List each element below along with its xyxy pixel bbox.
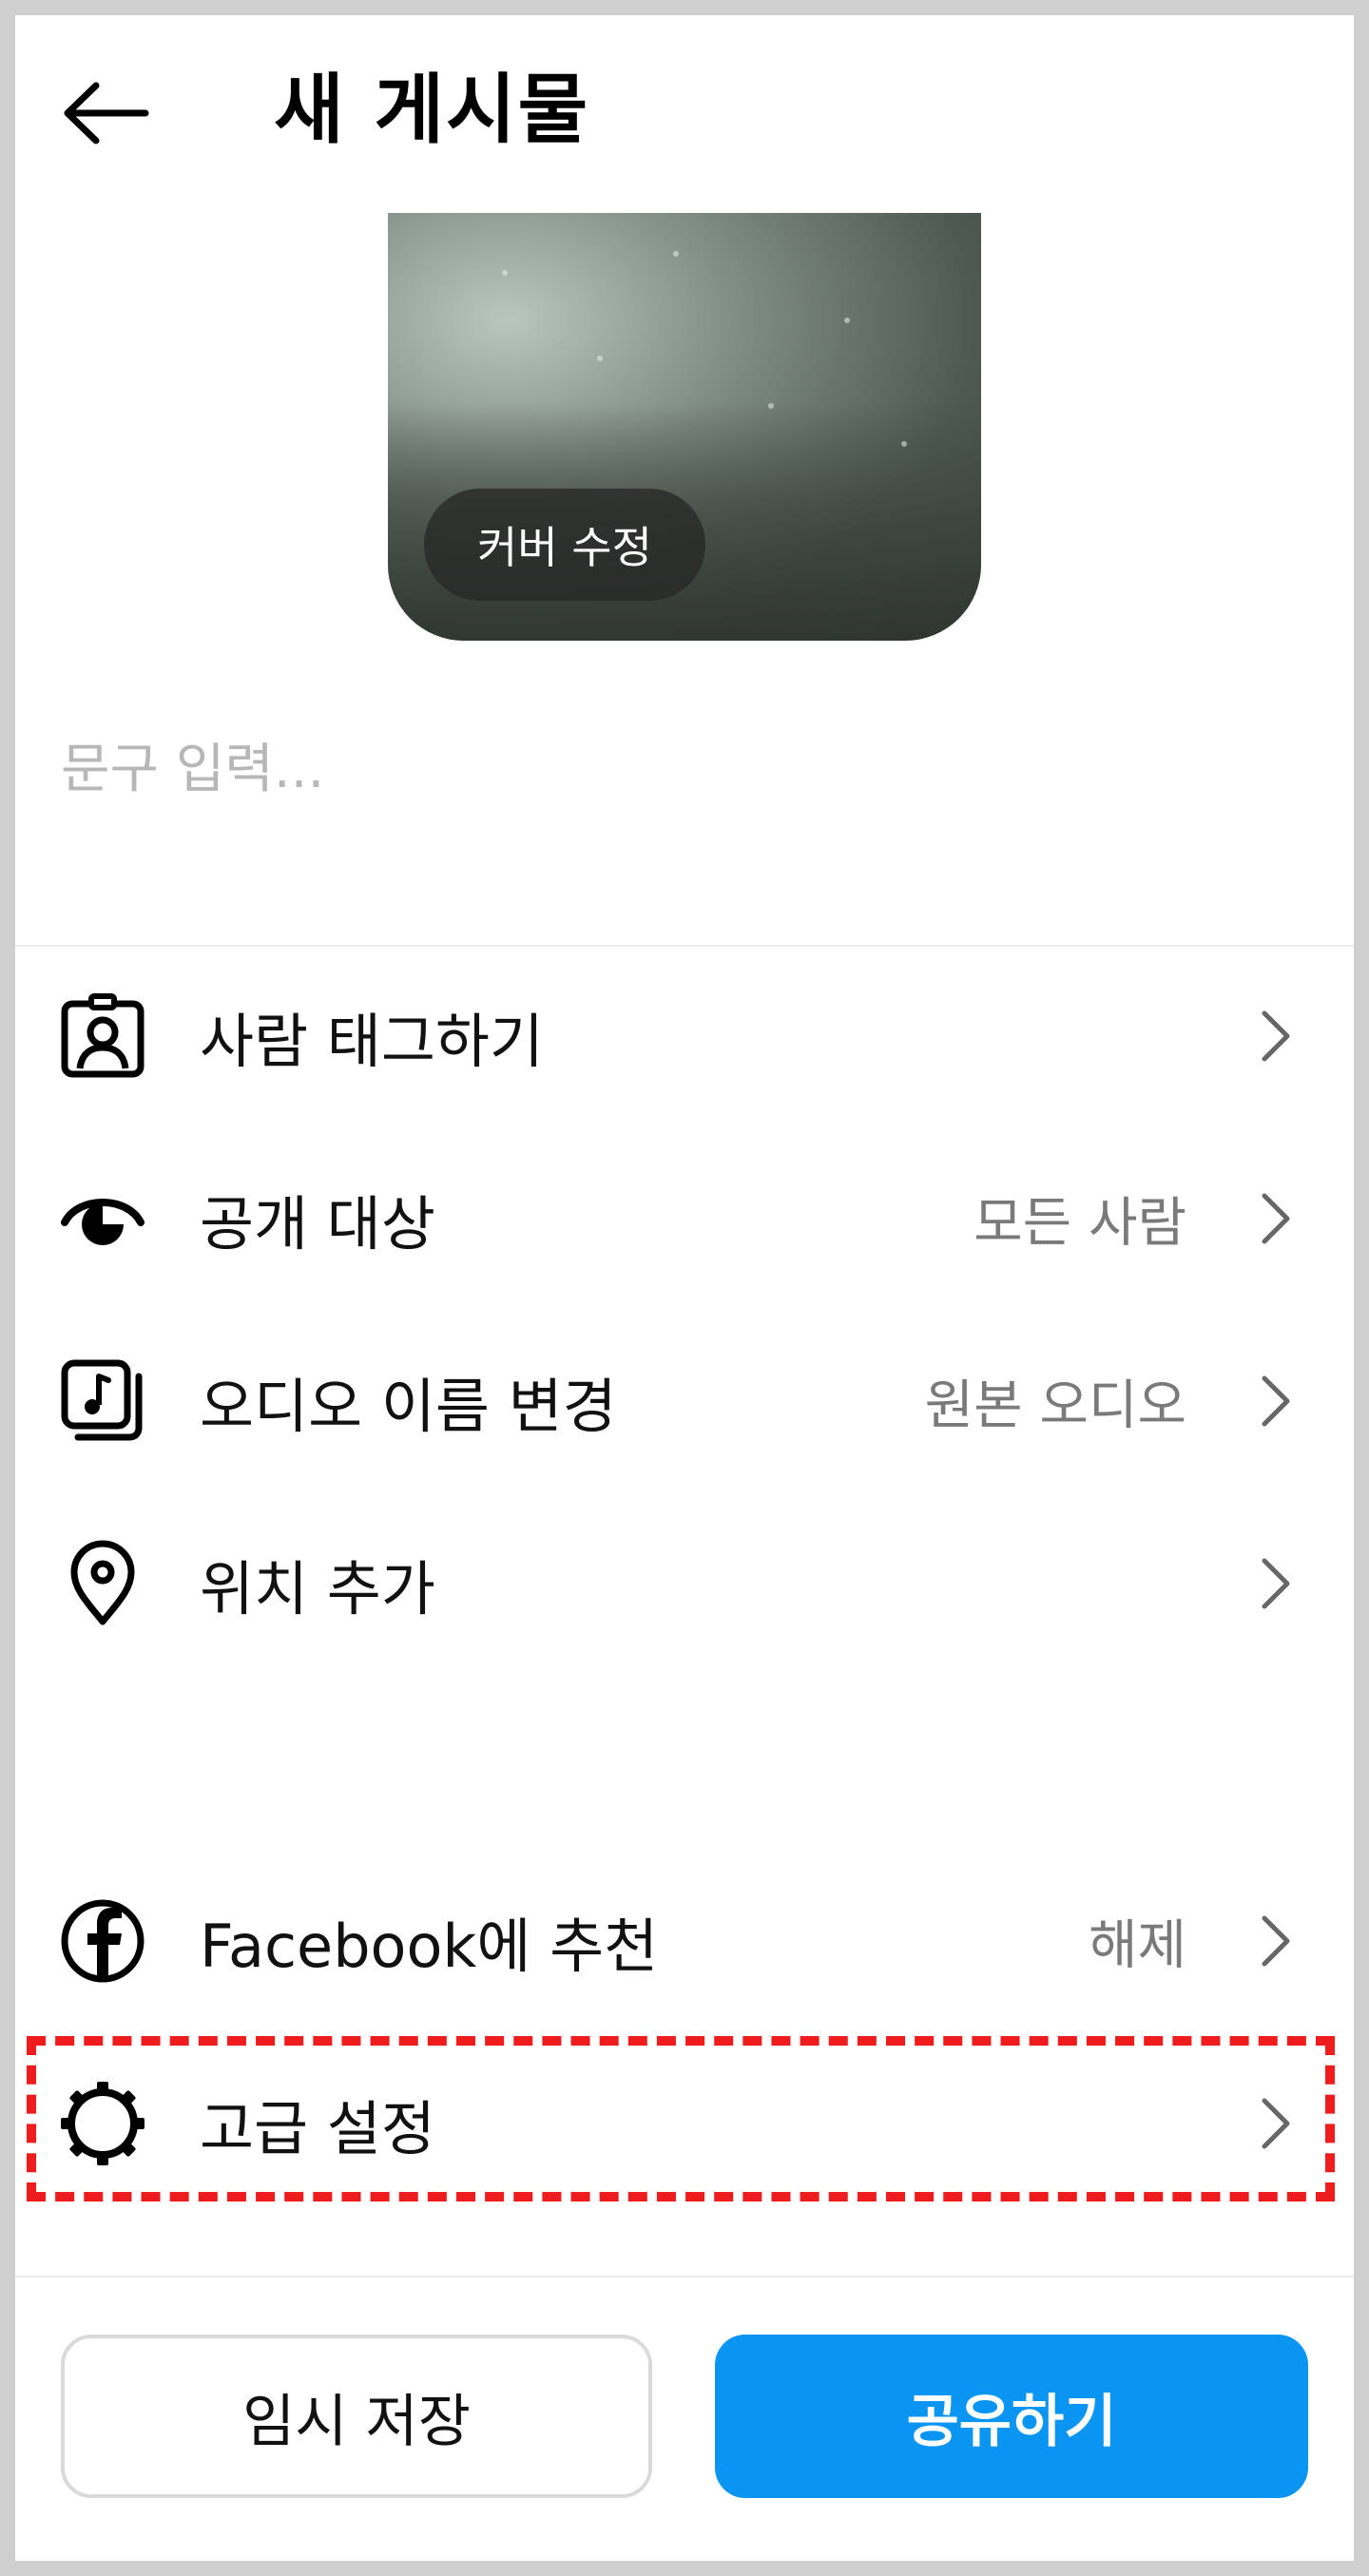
- caption-input[interactable]: 문구 입력...: [61, 726, 324, 803]
- add-location-label: 위치 추가: [200, 1554, 435, 1624]
- tag-people-row[interactable]: 사람 태그하기: [15, 951, 1354, 1122]
- audience-row[interactable]: 공개 대상 모든 사람: [15, 1133, 1354, 1304]
- rename-audio-row[interactable]: 오디오 이름 변경 원본 오디오: [15, 1316, 1354, 1487]
- chevron-right-icon: [1262, 1010, 1290, 1062]
- page-title: 새 게시물: [274, 66, 590, 154]
- new-post-screen: 새 게시물 커버 수정 문구 입력... 사람 태그하기 공개 대상 모든 사람…: [15, 15, 1354, 2561]
- rename-audio-label: 오디오 이름 변경: [200, 1372, 617, 1441]
- tag-people-label: 사람 태그하기: [200, 1007, 544, 1076]
- facebook-share-value: 해제: [1088, 1914, 1186, 1977]
- gear-icon: [57, 2078, 148, 2169]
- divider: [15, 2276, 1354, 2278]
- facebook-share-label: Facebook에 추천: [200, 1912, 659, 1981]
- edit-cover-button[interactable]: 커버 수정: [424, 489, 705, 601]
- audio-icon: [57, 1355, 148, 1447]
- advanced-settings-row[interactable]: 고급 설정: [15, 2038, 1354, 2209]
- chevron-right-icon: [1262, 2098, 1290, 2149]
- chevron-right-icon: [1262, 1193, 1290, 1244]
- audio-value: 원본 오디오: [924, 1375, 1186, 1437]
- back-button[interactable]: [53, 61, 158, 165]
- chevron-right-icon: [1262, 1915, 1290, 1967]
- audience-label: 공개 대상: [200, 1189, 435, 1259]
- top-bar: 새 게시물: [15, 15, 1354, 205]
- facebook-icon: [57, 1895, 148, 1987]
- add-location-row[interactable]: 위치 추가: [15, 1498, 1354, 1669]
- location-pin-icon: [57, 1538, 148, 1629]
- cover-thumbnail[interactable]: 커버 수정: [388, 213, 981, 641]
- share-button[interactable]: 공유하기: [715, 2335, 1308, 2498]
- save-draft-button[interactable]: 임시 저장: [61, 2335, 652, 2498]
- tag-person-icon: [57, 990, 148, 1082]
- audience-eye-icon: [57, 1173, 148, 1264]
- advanced-settings-label: 고급 설정: [200, 2094, 435, 2163]
- audience-value: 모든 사람: [974, 1192, 1186, 1255]
- back-arrow-icon: [64, 82, 149, 144]
- facebook-share-row[interactable]: Facebook에 추천 해제: [15, 1855, 1354, 2027]
- chevron-right-icon: [1262, 1558, 1290, 1609]
- divider: [15, 945, 1354, 947]
- chevron-right-icon: [1262, 1375, 1290, 1427]
